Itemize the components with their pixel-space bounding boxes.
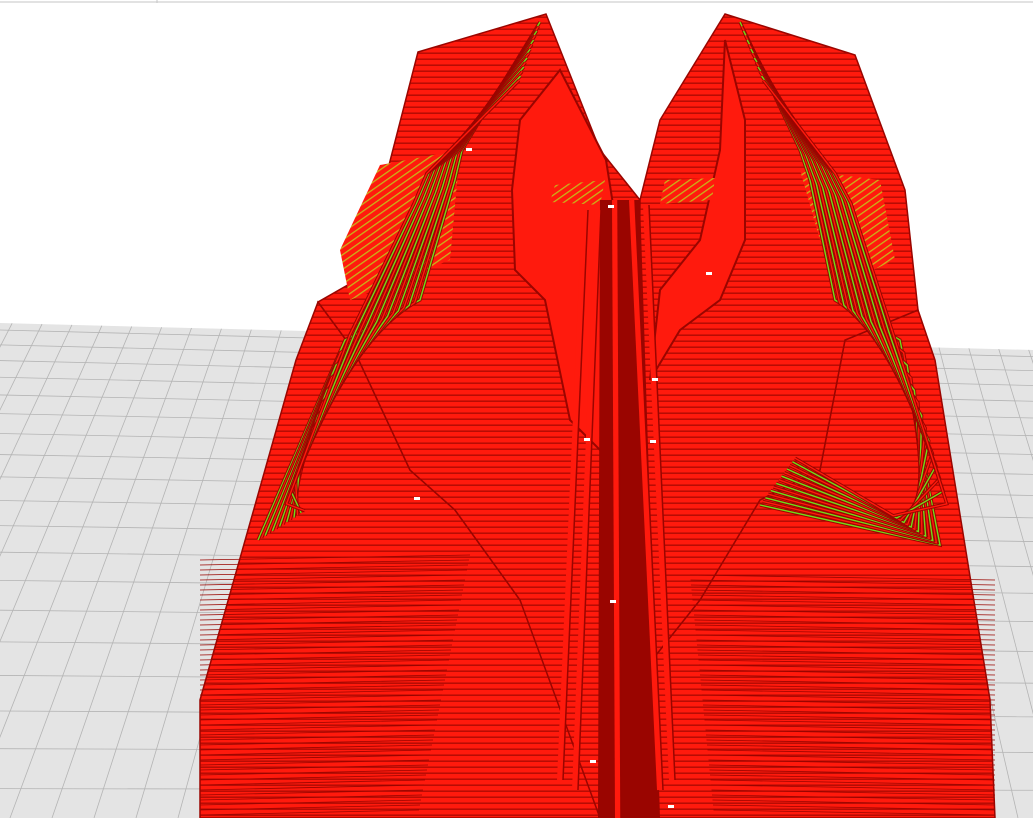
layer-view-scene[interactable]	[0, 0, 1033, 818]
seam-mark	[608, 205, 614, 208]
seam-mark	[652, 378, 658, 381]
right-part-skin-inner	[660, 178, 715, 204]
seam-mark	[610, 600, 616, 603]
seam-mark	[706, 272, 712, 275]
seam-mark	[650, 440, 656, 443]
seam-mark	[466, 148, 472, 151]
seam-mark	[584, 438, 590, 441]
seam-mark	[414, 497, 420, 500]
3d-viewport[interactable]	[0, 0, 1033, 818]
seam-mark	[590, 760, 596, 763]
seam-mark	[668, 805, 674, 808]
slot-wall	[612, 199, 621, 818]
